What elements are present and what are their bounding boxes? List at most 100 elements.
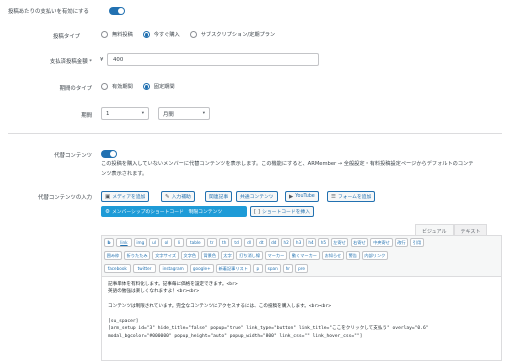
- quicktag-button[interactable]: 動くマーカー: [289, 251, 320, 260]
- duration-number-value: 1: [106, 110, 110, 117]
- quicktag-button[interactable]: 左寄せ: [330, 238, 349, 247]
- radio-dot: [101, 83, 108, 90]
- radio-label: 有効期間: [112, 84, 133, 90]
- quicktag-button[interactable]: facebook: [104, 264, 131, 273]
- quicktag-button[interactable]: pre: [295, 264, 309, 273]
- quicktag-button[interactable]: 改行: [394, 238, 409, 247]
- radio-dot: [101, 31, 108, 38]
- radio-label: 無料投稿: [112, 32, 133, 38]
- quicktag-button[interactable]: span: [264, 264, 281, 273]
- button-label: YouTube: [295, 194, 315, 199]
- quicktag-button[interactable]: li: [173, 238, 185, 247]
- quicktag-button[interactable]: お知らせ: [321, 251, 344, 260]
- quicktag-button[interactable]: h2: [281, 238, 292, 247]
- pencil-icon: ✎: [165, 193, 170, 200]
- quicktag-button[interactable]: hr: [282, 264, 293, 273]
- quicktag-button[interactable]: h3: [293, 238, 304, 247]
- quicktag-button[interactable]: 新着記事リスト: [215, 264, 251, 273]
- quicktag-button[interactable]: instagram: [158, 264, 188, 273]
- quicktag-button[interactable]: 内部リンク: [361, 251, 389, 260]
- currency-symbol: ¥: [100, 57, 104, 63]
- input-assist-button[interactable]: ✎ 入力補助: [161, 191, 195, 202]
- youtube-button[interactable]: ▶ YouTube: [285, 191, 319, 202]
- content-line: [su_spacer]: [108, 319, 139, 325]
- toggle-knob: [110, 151, 116, 157]
- related-posts-button[interactable]: 関連記事: [205, 191, 233, 202]
- alt-content-toggle[interactable]: [101, 150, 117, 158]
- radio-fixed-period[interactable]: 固定期間: [142, 83, 175, 90]
- quicktag-button[interactable]: table: [186, 238, 205, 247]
- quicktag-button[interactable]: h4: [305, 238, 317, 247]
- media-icon: ▣: [105, 193, 111, 200]
- post-type-label: 投稿タイプ: [53, 34, 80, 40]
- membership-icon: ⚙: [105, 208, 110, 215]
- radio-free-post[interactable]: 無料投稿: [101, 31, 133, 38]
- duration-unit-select[interactable]: 月間 ▾: [158, 107, 210, 120]
- pay-per-post-label: 投稿あたりの支払いを有効にする: [8, 9, 89, 15]
- content-line: [arm_setup id="3" hide_title="false" pop…: [108, 326, 429, 332]
- quicktag-button[interactable]: 折りたたみ: [123, 251, 151, 260]
- section-divider: [8, 133, 502, 134]
- button-label: 関連記事: [209, 195, 229, 200]
- quicktag-button[interactable]: 打ち消し線: [236, 251, 263, 260]
- quicktag-button[interactable]: dl: [243, 238, 255, 247]
- content-line: modal_bgcolor="#000000" popup_height="au…: [108, 333, 363, 339]
- duration-type-radio-group: 有効期間 固定期間: [101, 83, 185, 90]
- button-label: 共通コンテンツ: [240, 195, 274, 200]
- quicktag-button[interactable]: 右寄せ: [350, 238, 369, 247]
- duration-unit-value: 月間: [163, 111, 174, 118]
- alt-content-description: この投稿を購入していないメンバーに代替コンテンツを表示します。この機能にすると、…: [101, 159, 506, 179]
- quicktag-button[interactable]: マーカー: [264, 251, 287, 260]
- chevron-down-icon: ▾: [202, 111, 205, 116]
- quicktag-button[interactable]: 文字サイズ: [152, 251, 179, 260]
- radio-label: サブスクリプション/定期プラン: [200, 32, 276, 38]
- quicktag-button[interactable]: b: [104, 238, 114, 247]
- content-line: コンテンツは制限されています。完全なコンテンツにアクセスするには、この投稿を購入…: [108, 304, 331, 310]
- membership-shortcode-button[interactable]: ⚙ メンバーシップのショートコード 制限コンテンツ: [101, 206, 247, 217]
- add-form-button[interactable]: ☰ フォームを追加: [327, 191, 376, 202]
- duration-label: 期間: [81, 113, 92, 119]
- quicktag-button[interactable]: dt: [256, 238, 267, 247]
- common-content-button[interactable]: 共通コンテンツ: [236, 191, 278, 202]
- post-type-radio-group: 無料投稿 今すぐ購入 サブスクリプション/定期プラン: [101, 31, 285, 38]
- quicktag-button[interactable]: img: [133, 238, 147, 247]
- description-line: ンツ表示されます。: [101, 171, 148, 177]
- duration-number-select[interactable]: 1 ▾: [101, 107, 149, 120]
- quicktag-button[interactable]: td: [231, 238, 242, 247]
- quicktag-button[interactable]: 背景色: [200, 251, 219, 260]
- youtube-icon: ▶: [289, 193, 294, 200]
- quicktag-button[interactable]: twitter: [132, 264, 157, 273]
- radio-dot-selected: [142, 31, 150, 38]
- quicktag-button[interactable]: link: [116, 238, 132, 247]
- quicktag-button[interactable]: ul: [148, 238, 160, 247]
- radio-subscription[interactable]: サブスクリプション/定期プラン: [189, 31, 276, 38]
- content-line: 英語の勉強は楽しくなれますよ！<br><br>: [108, 289, 200, 295]
- shortcode-icon: [ ]: [254, 208, 261, 215]
- quicktag-button[interactable]: 中央寄せ: [370, 238, 393, 247]
- quicktag-button[interactable]: th: [219, 238, 230, 247]
- content-textarea[interactable]: 記事単体を有料化します。記事毎に価格を設定できます。<br> 英語の勉強は楽しくな…: [101, 277, 502, 361]
- radio-label: 固定期間: [153, 84, 175, 90]
- radio-valid-period[interactable]: 有効期間: [101, 83, 133, 90]
- quicktag-button[interactable]: 警告: [346, 251, 360, 260]
- quicktag-button[interactable]: 引用: [410, 238, 424, 247]
- quicktag-button[interactable]: h5: [318, 238, 329, 247]
- insert-shortcode-button[interactable]: [ ] ショートコードを挿入: [250, 206, 315, 217]
- quicktag-button[interactable]: 文字色: [180, 251, 199, 260]
- quicktag-button[interactable]: 囲み枠: [104, 251, 122, 260]
- quicktag-button[interactable]: 太字: [220, 251, 235, 260]
- quicktag-button[interactable]: p: [252, 264, 263, 273]
- quicktag-button[interactable]: dd: [268, 238, 279, 247]
- add-media-button[interactable]: ▣ メディアを追加: [101, 191, 150, 202]
- quicktag-button[interactable]: tr: [206, 238, 217, 247]
- form-icon: ☰: [331, 193, 336, 200]
- toggle-knob: [118, 8, 124, 14]
- quicktag-button[interactable]: google+: [189, 264, 214, 273]
- alt-content-input-label: 代替コンテンツの入力: [38, 195, 92, 201]
- button-label: メンバーシップのショートコード 制限コンテンツ: [111, 210, 223, 215]
- pay-per-post-toggle[interactable]: [109, 7, 125, 15]
- quicktag-button[interactable]: ol: [161, 238, 172, 247]
- radio-buy-now[interactable]: 今すぐ購入: [142, 31, 180, 38]
- payment-amount-input[interactable]: 400: [107, 53, 319, 66]
- button-label: 入力補助: [171, 195, 191, 200]
